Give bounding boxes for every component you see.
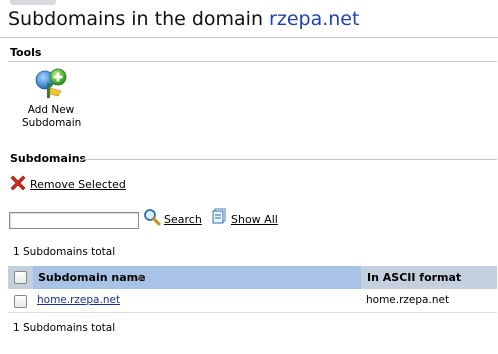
search-link[interactable]: Search: [164, 213, 202, 226]
subdomain-ascii: home.rzepa.net: [366, 294, 450, 306]
column-header-ascii-label: In ASCII format: [367, 271, 462, 284]
sort-ascending-icon: ▲: [137, 272, 144, 281]
title-divider: [0, 37, 498, 38]
page-title: Subdomains in the domain rzepa.net: [8, 8, 359, 30]
add-new-label-1: Add New: [27, 104, 75, 116]
tools-heading: Tools: [10, 46, 42, 59]
add-new-label-2: Subdomain: [22, 117, 82, 129]
add-new-subdomain-button[interactable]: Add New Subdomain: [22, 66, 82, 130]
search-input[interactable]: [9, 212, 139, 229]
subdomain-link[interactable]: home.rzepa.net: [37, 294, 120, 306]
column-header-name-label: Subdomain name: [38, 271, 146, 284]
page-title-text: Subdomains in the domain: [8, 8, 270, 30]
header-checkbox-cell: [8, 266, 32, 289]
column-header-subdomain-name[interactable]: Subdomain name ▲: [33, 266, 361, 289]
select-all-checkbox[interactable]: [14, 271, 27, 284]
remove-selected-link[interactable]: Remove Selected: [30, 178, 126, 191]
page-title-domain: rzepa.net: [269, 8, 360, 30]
subdomains-heading: Subdomains: [10, 152, 87, 165]
column-header-ascii: In ASCII format: [363, 266, 497, 289]
add-subdomain-icon: [35, 68, 67, 98]
remove-icon[interactable]: [10, 174, 26, 190]
table-bottom-divider: [8, 312, 497, 313]
total-count-top: 1 Subdomains total: [13, 246, 116, 258]
table-header: Subdomain name ▲ In ASCII format: [8, 266, 497, 289]
search-icon[interactable]: [143, 208, 161, 226]
show-all-icon[interactable]: [211, 208, 228, 225]
show-all-link[interactable]: Show All: [231, 213, 278, 226]
row-checkbox[interactable]: [14, 295, 27, 308]
table-row: home.rzepa.net home.rzepa.net: [8, 290, 497, 312]
tools-divider: [8, 61, 497, 62]
subdomains-divider: [82, 159, 497, 160]
breadcrumb[interactable]: [10, 0, 56, 5]
total-count-bottom: 1 Subdomains total: [13, 322, 116, 334]
